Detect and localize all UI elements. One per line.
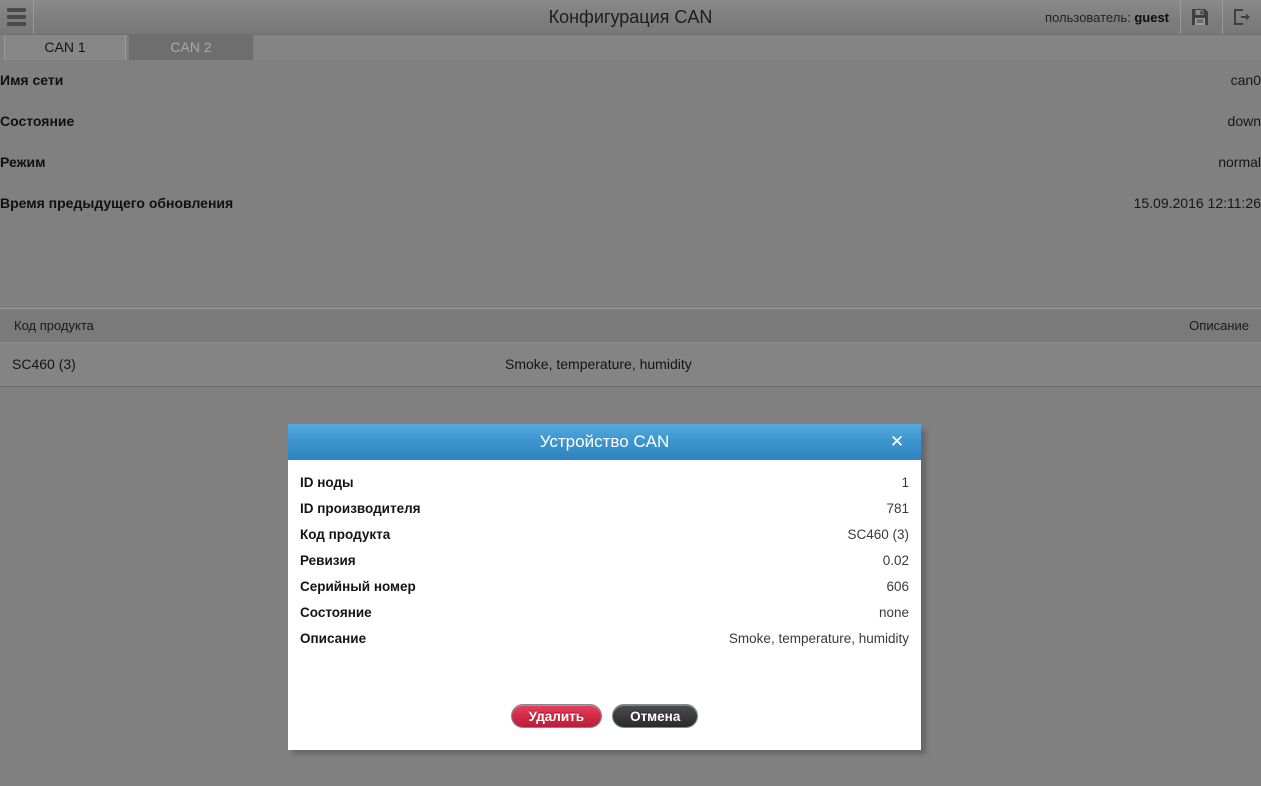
can-device-dialog: Устройство CAN ✕ ID ноды 1 ID производит… [288,424,921,750]
info-label: Режим [0,154,46,170]
close-icon[interactable]: ✕ [885,424,909,460]
tab-can-1[interactable]: CAN 1 [4,35,126,60]
dialog-row-product-code: Код продукта SC460 (3) [300,522,909,548]
logout-button[interactable] [1222,0,1261,34]
user-info: пользователь: guest [1045,0,1169,35]
dialog-value: SC460 (3) [847,527,909,542]
dialog-header: Устройство CAN ✕ [288,424,921,460]
dialog-row-serial-number: Серийный номер 606 [300,574,909,600]
main-content: Имя сети can0 Состояние down Режим norma… [0,60,1261,452]
save-button[interactable] [1180,0,1219,34]
dialog-body: ID ноды 1 ID производителя 781 Код проду… [288,460,921,652]
dialog-value: 1 [901,475,909,490]
dialog-label: ID ноды [300,475,354,490]
column-header-description: Описание [1189,318,1249,333]
hamburger-bar [7,8,26,12]
dialog-value: none [878,605,909,620]
user-name: guest [1134,10,1169,25]
info-value: down [1227,113,1261,129]
tab-bar: CAN 1 CAN 2 [0,35,1261,60]
info-label: Состояние [0,113,75,129]
dialog-value: Smoke, temperature, humidity [728,631,909,646]
floppy-save-icon [1190,7,1210,27]
tab-can-2[interactable]: CAN 2 [128,35,254,60]
dialog-title: Устройство CAN [539,432,670,451]
dialog-value: 781 [886,501,909,516]
dialog-label: ID производителя [300,501,421,516]
top-bar: Конфигурация CAN пользователь: guest [0,0,1261,35]
info-label: Имя сети [0,72,64,88]
logout-icon [1232,7,1252,27]
info-row-network-name: Имя сети can0 [0,60,1261,101]
info-value: 15.09.2016 12:11:26 [1133,195,1261,211]
info-value: can0 [1230,72,1261,88]
table-header-row: Код продукта Описание [0,309,1261,343]
dialog-label: Код продукта [300,527,391,542]
hamburger-menu-icon[interactable] [0,0,34,34]
tab-filler [254,35,1261,60]
cell-description: Smoke, temperature, humidity [505,356,692,372]
hamburger-bar [7,15,26,19]
info-row-mode: Режим normal [0,142,1261,183]
dialog-value: 606 [886,579,909,594]
dialog-row-vendor-id: ID производителя 781 [300,496,909,522]
cell-product-code: SC460 (3) [12,356,76,372]
dialog-row-revision: Ревизия 0.02 [300,548,909,574]
dialog-button-bar: Удалить Отмена [288,704,921,728]
column-header-product-code: Код продукта [14,318,94,333]
cancel-button[interactable]: Отмена [612,704,699,728]
dialog-row-state: Состояние none [300,600,909,626]
device-table: Код продукта Описание SC460 (3) Smoke, t… [0,308,1261,387]
delete-button[interactable]: Удалить [510,704,603,728]
dialog-label: Описание [300,631,367,646]
hamburger-bar [7,22,26,26]
dialog-row-node-id: ID ноды 1 [300,470,909,496]
info-row-state: Состояние down [0,101,1261,142]
dialog-row-description: Описание Smoke, temperature, humidity [300,626,909,652]
dialog-value: 0.02 [882,553,909,568]
table-row[interactable]: SC460 (3) Smoke, temperature, humidity [0,343,1261,386]
dialog-label: Серийный номер [300,579,416,594]
info-label: Время предыдущего обновления [0,195,234,211]
info-value: normal [1218,154,1261,170]
dialog-label: Ревизия [300,553,356,568]
user-prefix-label: пользователь: [1045,10,1131,25]
dialog-label: Состояние [300,605,372,620]
info-row-last-update: Время предыдущего обновления 15.09.2016 … [0,183,1261,224]
